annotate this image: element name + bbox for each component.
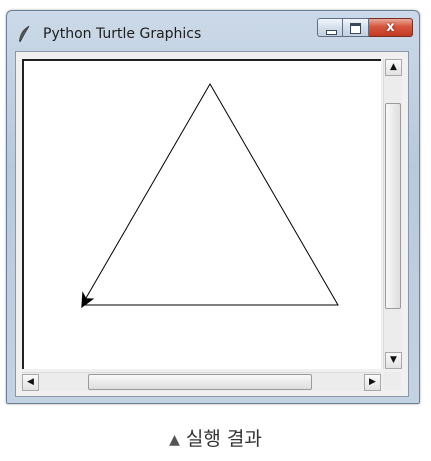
close-icon: x (386, 20, 395, 35)
scroll-down-button[interactable]: ▼ (385, 352, 402, 369)
scroll-right-button[interactable]: ▶ (364, 374, 381, 391)
scroll-up-button[interactable]: ▲ (385, 59, 402, 76)
caption-text: 실행 결과 (185, 428, 262, 450)
drawing-svg (81, 83, 339, 309)
scroll-left-button[interactable]: ◀ (22, 374, 39, 391)
triangle-marker-icon: ▲ (169, 432, 180, 448)
figure-caption: ▲ 실행 결과 (0, 424, 431, 451)
vertical-scroll-thumb[interactable] (385, 103, 401, 309)
minimize-icon (326, 30, 337, 35)
vertical-scrollbar[interactable]: ▲ ▼ (383, 59, 402, 369)
turtle-window: Python Turtle Graphics x ▲ ▼ ◀ ▶ (6, 10, 420, 404)
window-controls: x (317, 18, 413, 38)
feather-icon (19, 25, 30, 43)
maximize-icon (350, 23, 361, 34)
turtle-arrow-icon (81, 291, 95, 309)
horizontal-scrollbar[interactable]: ◀ ▶ (22, 372, 381, 391)
minimize-button[interactable] (317, 18, 343, 37)
horizontal-scroll-thumb[interactable] (88, 374, 312, 390)
turtle-canvas[interactable] (22, 59, 381, 369)
triangle-drawing (81, 83, 339, 306)
scrollbar-corner (383, 372, 401, 390)
window-client-area: ▲ ▼ ◀ ▶ (15, 51, 409, 397)
maximize-button[interactable] (343, 18, 369, 37)
window-title: Python Turtle Graphics (43, 26, 202, 42)
title-bar[interactable]: Python Turtle Graphics x (7, 11, 419, 51)
close-button[interactable]: x (369, 18, 413, 37)
